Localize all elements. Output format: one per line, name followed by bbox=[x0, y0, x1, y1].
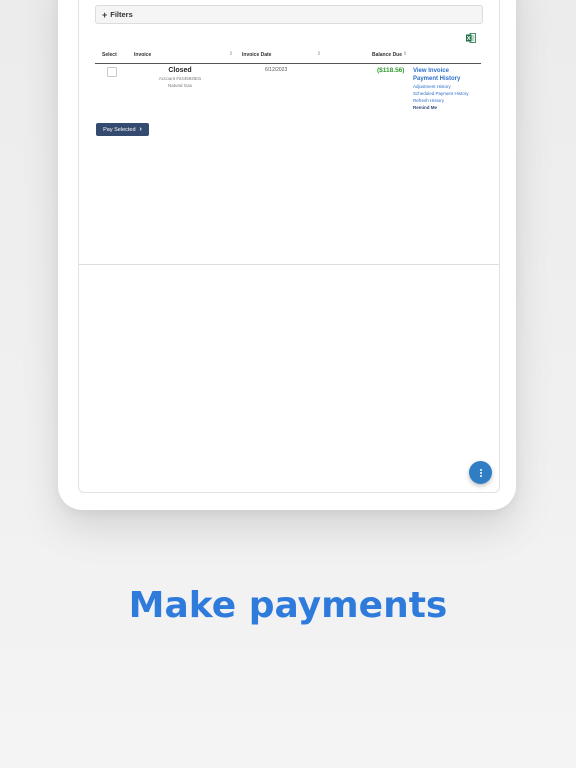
app-screen: + Filters Select Invoice ⇕ Invoice Date … bbox=[78, 0, 500, 493]
invoice-status: Closed bbox=[168, 67, 192, 74]
table-row: Closed Account #244592501 Natural Gas 6/… bbox=[95, 64, 481, 114]
row-actions: View Invoice Payment History Adjustment … bbox=[413, 67, 483, 111]
header-select: Select bbox=[102, 52, 117, 58]
more-actions-button[interactable] bbox=[469, 461, 492, 484]
pay-selected-label: Pay Selected bbox=[103, 126, 136, 133]
remind-me-link[interactable]: Remind Me bbox=[413, 104, 483, 111]
pay-selected-button[interactable]: Pay Selected › bbox=[96, 123, 149, 136]
account-number: Account #244592501 bbox=[158, 76, 202, 81]
plus-icon: + bbox=[102, 9, 108, 20]
scheduled-payment-history-link[interactable]: Scheduled Payment History bbox=[413, 90, 483, 97]
adjustment-history-link[interactable]: Adjustment History bbox=[413, 83, 483, 90]
sort-icon[interactable]: ⇕ bbox=[403, 51, 407, 57]
headline: Make payments bbox=[128, 585, 448, 626]
excel-export-icon[interactable] bbox=[466, 33, 476, 43]
balance-due: ($118.56) bbox=[377, 67, 405, 74]
sort-icon[interactable]: ⇕ bbox=[317, 51, 321, 57]
chevron-right-icon: › bbox=[139, 126, 142, 133]
filters-label: Filters bbox=[110, 10, 133, 19]
invoice-date: 6/12/2023 bbox=[265, 67, 288, 73]
refresh-history-link[interactable]: Refresh History bbox=[413, 97, 483, 104]
filters-toggle[interactable]: + Filters bbox=[95, 5, 483, 24]
payment-history-link[interactable]: Payment History bbox=[413, 75, 483, 83]
select-checkbox[interactable] bbox=[107, 67, 117, 77]
header-invoice[interactable]: Invoice bbox=[134, 52, 151, 58]
table-header: Select Invoice ⇕ Invoice Date ⇕ Balance … bbox=[95, 48, 481, 64]
more-vertical-icon bbox=[479, 468, 482, 477]
service-type: Natural Gas bbox=[167, 83, 192, 88]
header-invoice-date[interactable]: Invoice Date bbox=[242, 52, 271, 58]
header-balance-due[interactable]: Balance Due bbox=[372, 52, 402, 58]
sort-icon[interactable]: ⇕ bbox=[229, 51, 233, 57]
invoice-panel: + Filters Select Invoice ⇕ Invoice Date … bbox=[79, 0, 499, 265]
view-invoice-link[interactable]: View Invoice bbox=[413, 67, 483, 75]
